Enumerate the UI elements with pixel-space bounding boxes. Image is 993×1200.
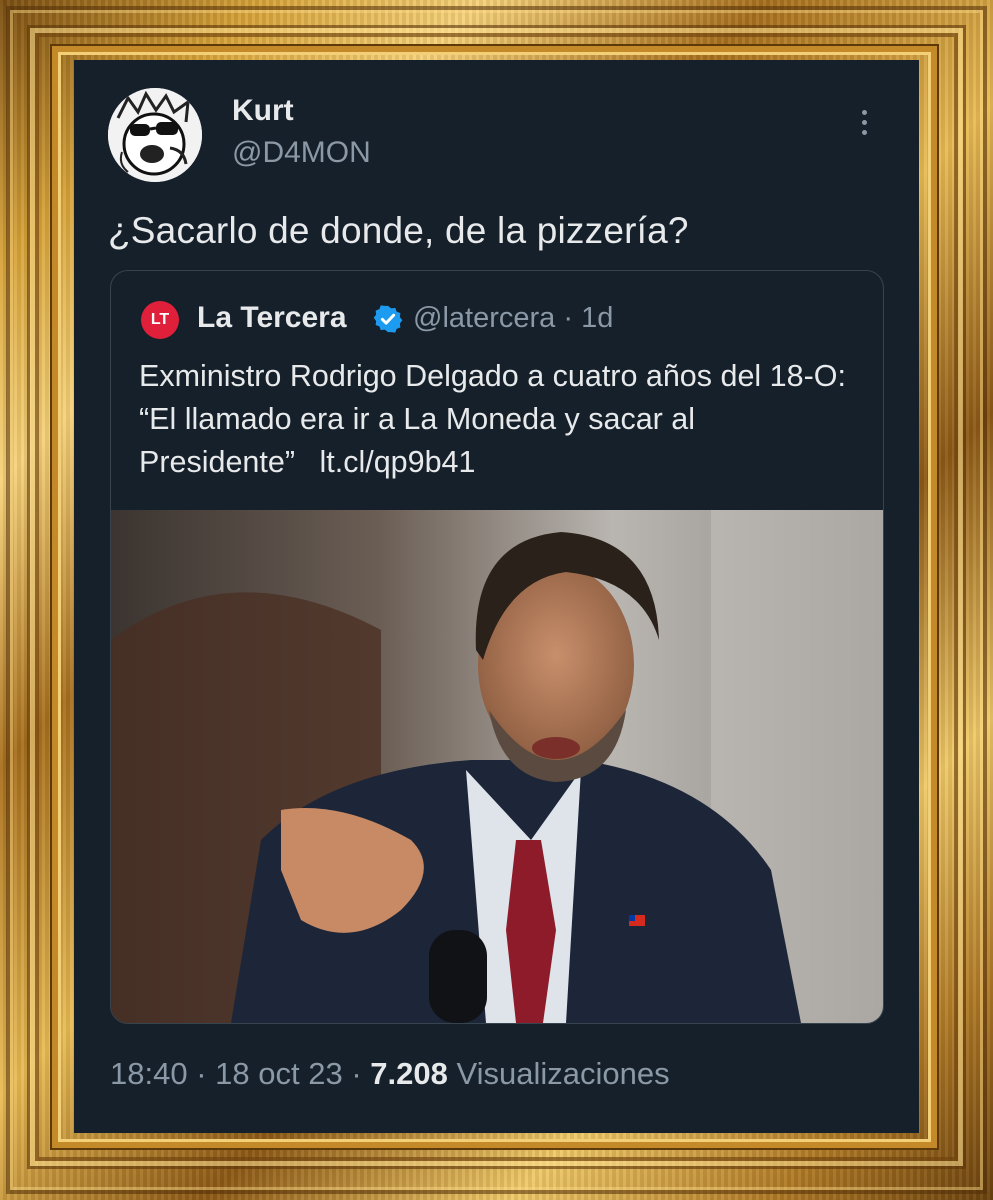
news-photo[interactable] xyxy=(111,510,883,1023)
avatar[interactable] xyxy=(108,88,202,182)
quoted-author-handle[interactable]: @latercera xyxy=(413,302,555,334)
quoted-age[interactable]: 1d xyxy=(581,302,613,334)
quoted-text: Exministro Rodrigo Delgado a cuatro años… xyxy=(139,355,859,484)
author-name[interactable]: Kurt xyxy=(232,94,294,128)
views-label[interactable]: Visualizaciones xyxy=(456,1056,669,1091)
tweet-time[interactable]: 18:40 xyxy=(110,1056,188,1091)
cartoon-avatar-icon xyxy=(108,88,202,182)
quoted-tweet[interactable]: LT La Tercera @latercera · 1d Exministro… xyxy=(110,270,884,1024)
author-handle[interactable]: @D4MON xyxy=(232,136,371,170)
quoted-link[interactable]: lt.cl/qp9b41 xyxy=(319,445,475,479)
tweet-date[interactable]: 18 oct 23 xyxy=(215,1056,343,1091)
views-count[interactable]: 7.208 xyxy=(370,1056,448,1091)
tweet-card: Kurt @D4MON ¿Sacarlo de donde, de la piz… xyxy=(74,60,919,1133)
more-vertical-icon[interactable] xyxy=(852,110,876,144)
quoted-body: Exministro Rodrigo Delgado a cuatro años… xyxy=(139,359,846,479)
footer-separator-2: · xyxy=(351,1056,362,1091)
tweet-footer: 18:40 · 18 oct 23 · 7.208 Visualizacione… xyxy=(110,1056,670,1092)
footer-separator: · xyxy=(196,1056,207,1091)
la-tercera-logo[interactable]: LT xyxy=(141,301,179,339)
quoted-author-name[interactable]: La Tercera xyxy=(197,301,347,335)
quoted-meta: @latercera · 1d xyxy=(413,302,613,335)
meta-separator: · xyxy=(563,302,574,334)
tweet-text: ¿Sacarlo de donde, de la pizzería? xyxy=(108,210,689,251)
verified-badge-icon xyxy=(373,305,403,333)
